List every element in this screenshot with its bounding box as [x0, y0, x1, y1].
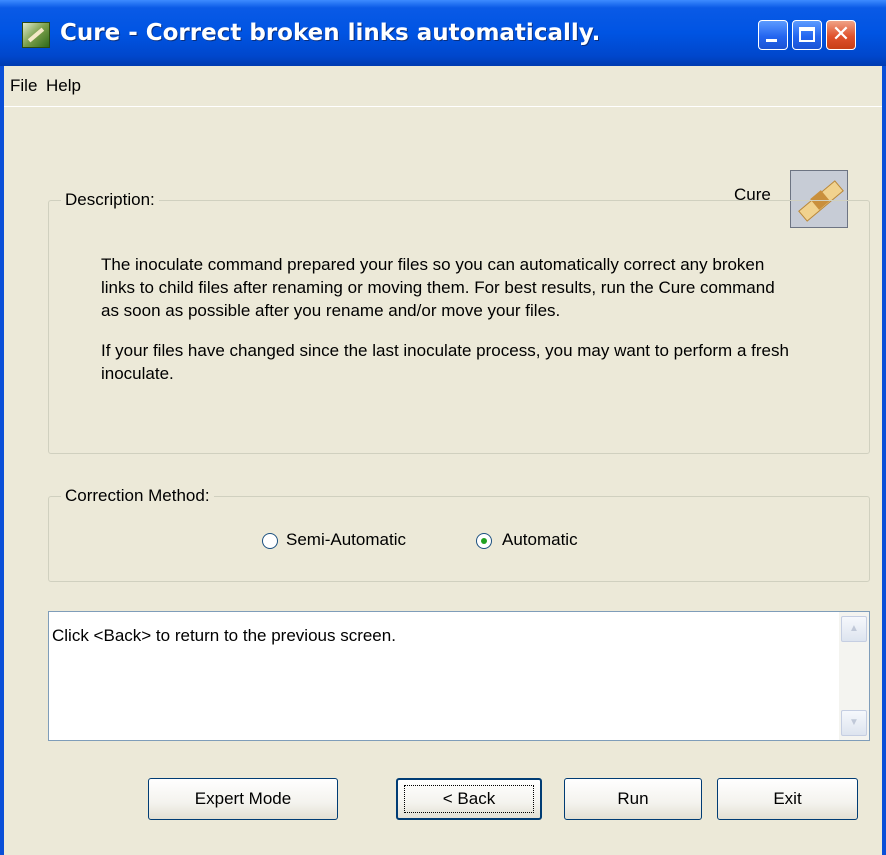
close-button[interactable]: ✕	[826, 20, 856, 50]
description-legend: Description:	[61, 190, 159, 210]
back-button[interactable]: < Back	[396, 778, 542, 820]
menu-bar: File Help	[4, 66, 882, 107]
semi-automatic-label[interactable]: Semi-Automatic	[286, 530, 406, 550]
automatic-label[interactable]: Automatic	[502, 530, 578, 550]
scroll-down-button[interactable]: ▼	[841, 710, 867, 736]
run-button[interactable]: Run	[564, 778, 702, 820]
vertical-scrollbar[interactable]: ▲ ▼	[839, 612, 869, 740]
app-icon[interactable]	[22, 22, 50, 48]
correction-method-group: Correction Method:	[48, 486, 870, 582]
automatic-radio[interactable]	[476, 533, 492, 549]
semi-automatic-radio[interactable]	[262, 533, 278, 549]
menu-file[interactable]: File	[10, 76, 37, 96]
correction-method-legend: Correction Method:	[61, 486, 214, 506]
expert-mode-button[interactable]: Expert Mode	[148, 778, 338, 820]
status-log-text: Click <Back> to return to the previous s…	[52, 626, 396, 645]
back-button-label: < Back	[404, 785, 534, 813]
dialog-body: File Help Cure Description: The inoculat…	[4, 66, 882, 855]
minimize-button[interactable]	[758, 20, 788, 50]
chevron-up-icon: ▲	[849, 623, 859, 634]
scroll-up-button[interactable]: ▲	[841, 616, 867, 642]
status-log[interactable]: Click <Back> to return to the previous s…	[48, 611, 870, 741]
description-paragraph-1: The inoculate command prepared your file…	[101, 255, 775, 320]
description-text: The inoculate command prepared your file…	[101, 253, 791, 385]
minimize-icon	[766, 39, 777, 42]
title-bar[interactable]: Cure - Correct broken links automaticall…	[0, 0, 886, 66]
menu-help[interactable]: Help	[46, 76, 81, 96]
window-title: Cure - Correct broken links automaticall…	[60, 20, 601, 46]
description-paragraph-2: If your files have changed since the las…	[101, 341, 789, 383]
maximize-icon	[799, 27, 815, 42]
close-icon: ✕	[831, 22, 851, 47]
maximize-button[interactable]	[792, 20, 822, 50]
exit-button[interactable]: Exit	[717, 778, 858, 820]
description-group: Description: The inoculate command prepa…	[48, 190, 870, 454]
chevron-down-icon: ▼	[849, 717, 859, 728]
application-window: Cure - Correct broken links automaticall…	[0, 0, 886, 855]
